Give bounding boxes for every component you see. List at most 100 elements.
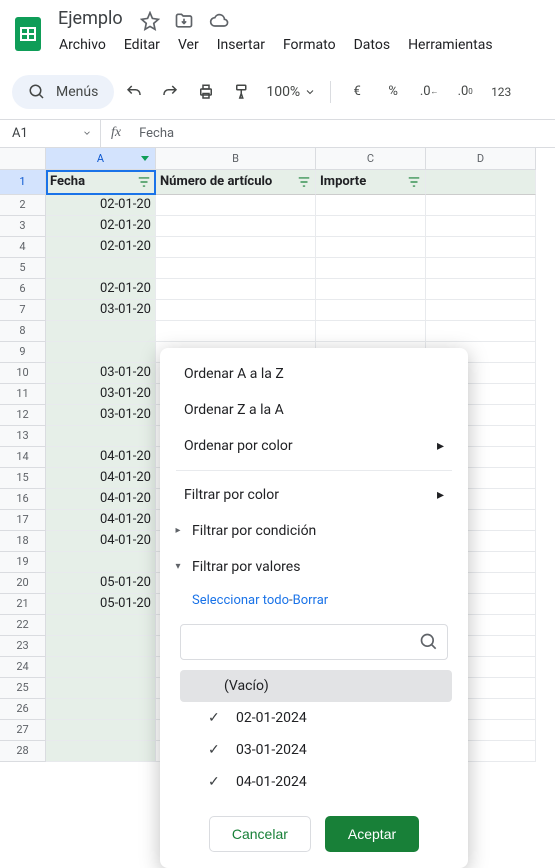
column-header-A[interactable]: A <box>46 148 156 170</box>
cell[interactable] <box>46 342 156 363</box>
row-header[interactable]: 14 <box>0 447 46 468</box>
cell[interactable] <box>46 426 156 447</box>
cell[interactable] <box>316 237 426 258</box>
cell[interactable] <box>316 195 426 216</box>
redo-button[interactable] <box>154 77 186 107</box>
cell[interactable]: 03-01-20 <box>46 363 156 384</box>
select-all-corner[interactable] <box>0 148 46 170</box>
row-header[interactable]: 22 <box>0 615 46 636</box>
row-header[interactable]: 12 <box>0 405 46 426</box>
cell[interactable]: 04-01-20 <box>46 489 156 510</box>
menu-tools[interactable]: Herramientas <box>401 33 500 57</box>
row-header[interactable]: 10 <box>0 363 46 384</box>
cell[interactable] <box>156 300 316 321</box>
cell[interactable] <box>46 636 156 657</box>
paint-format-button[interactable] <box>226 77 258 107</box>
cell[interactable] <box>46 615 156 636</box>
document-name[interactable]: Ejemplo <box>52 6 129 31</box>
filter-by-values[interactable]: ▾Filtrar por valores <box>160 549 468 585</box>
filter-search[interactable] <box>180 624 448 660</box>
currency-button[interactable]: € <box>341 77 373 107</box>
row-header[interactable]: 13 <box>0 426 46 447</box>
row-header[interactable]: 11 <box>0 384 46 405</box>
row-header[interactable]: 19 <box>0 552 46 573</box>
cell[interactable] <box>156 279 316 300</box>
clear-link[interactable]: Borrar <box>293 593 329 608</box>
cell[interactable] <box>316 258 426 279</box>
cell[interactable]: 02-01-20 <box>46 195 156 216</box>
cloud-icon[interactable] <box>208 11 230 31</box>
cell[interactable] <box>156 195 316 216</box>
cell[interactable]: 04-01-20 <box>46 447 156 468</box>
sort-by-color[interactable]: Ordenar por color▸ <box>160 428 468 464</box>
filter-by-color[interactable]: Filtrar por color▸ <box>160 477 468 513</box>
row-header[interactable]: 3 <box>0 216 46 237</box>
row-header[interactable]: 23 <box>0 636 46 657</box>
filter-value-item[interactable]: ✓04-01-2024 <box>180 766 452 798</box>
row-header[interactable]: 26 <box>0 699 46 720</box>
cell[interactable] <box>156 237 316 258</box>
row-header[interactable]: 18 <box>0 531 46 552</box>
menu-insert[interactable]: Insertar <box>210 33 272 57</box>
filter-icon[interactable] <box>407 175 421 189</box>
cell[interactable] <box>156 258 316 279</box>
row-header[interactable]: 17 <box>0 510 46 531</box>
column-header-D[interactable]: D <box>426 148 536 170</box>
zoom-dropdown[interactable]: 100% <box>262 84 320 100</box>
cell[interactable]: 05-01-20 <box>46 573 156 594</box>
cell[interactable] <box>156 321 316 342</box>
menus-pill[interactable]: Menús <box>12 75 114 109</box>
print-button[interactable] <box>190 77 222 107</box>
cell[interactable]: 04-01-20 <box>46 531 156 552</box>
menu-format[interactable]: Formato <box>276 33 343 57</box>
cell[interactable] <box>46 321 156 342</box>
sort-za[interactable]: Ordenar Z a la A <box>160 392 468 428</box>
cell[interactable] <box>426 170 536 195</box>
cell[interactable]: Importe <box>316 170 426 195</box>
row-header[interactable]: 7 <box>0 300 46 321</box>
decrease-decimal-button[interactable]: .0← <box>413 77 445 107</box>
filter-icon[interactable] <box>137 175 151 189</box>
row-header[interactable]: 27 <box>0 720 46 741</box>
cell[interactable] <box>426 195 536 216</box>
row-header[interactable]: 4 <box>0 237 46 258</box>
row-header[interactable]: 8 <box>0 321 46 342</box>
cell[interactable] <box>46 552 156 573</box>
filter-value-item[interactable]: ✓03-01-2024 <box>180 734 452 766</box>
cell[interactable] <box>426 237 536 258</box>
cell[interactable] <box>426 279 536 300</box>
row-header[interactable]: 28 <box>0 741 46 762</box>
row-header[interactable]: 25 <box>0 678 46 699</box>
sheets-logo[interactable] <box>12 14 44 54</box>
cell[interactable] <box>46 678 156 699</box>
cell[interactable] <box>426 300 536 321</box>
cell[interactable] <box>316 216 426 237</box>
move-icon[interactable] <box>174 11 194 31</box>
row-header[interactable]: 16 <box>0 489 46 510</box>
menu-edit[interactable]: Editar <box>117 33 167 57</box>
cell[interactable] <box>426 258 536 279</box>
cell[interactable]: 04-01-20 <box>46 468 156 489</box>
cell[interactable] <box>316 279 426 300</box>
cell[interactable]: 02-01-20 <box>46 279 156 300</box>
row-header[interactable]: 6 <box>0 279 46 300</box>
cell[interactable]: Fecha <box>46 170 156 195</box>
cell[interactable] <box>46 258 156 279</box>
row-header[interactable]: 5 <box>0 258 46 279</box>
filter-icon[interactable] <box>297 175 311 189</box>
menu-file[interactable]: Archivo <box>52 33 113 57</box>
cell[interactable] <box>156 216 316 237</box>
cell[interactable] <box>316 300 426 321</box>
row-header[interactable]: 24 <box>0 657 46 678</box>
cell[interactable]: 03-01-20 <box>46 300 156 321</box>
cell[interactable] <box>426 321 536 342</box>
percent-button[interactable]: % <box>377 77 409 107</box>
increase-decimal-button[interactable]: .00 <box>449 77 481 107</box>
filter-value-item[interactable]: ✓02-01-2024 <box>180 702 452 734</box>
cell[interactable] <box>46 657 156 678</box>
cell[interactable] <box>46 699 156 720</box>
cell[interactable]: 03-01-20 <box>46 384 156 405</box>
menu-view[interactable]: Ver <box>171 33 206 57</box>
fx-icon[interactable]: fx <box>100 120 131 147</box>
cell[interactable] <box>46 720 156 741</box>
